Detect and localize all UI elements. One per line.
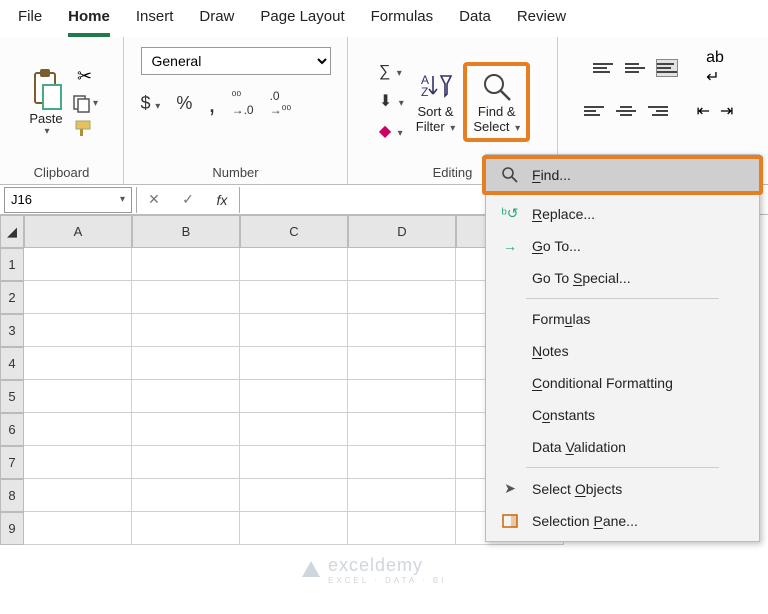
percent-button[interactable]: % — [176, 93, 192, 114]
align-left-button[interactable] — [583, 102, 605, 120]
sort-filter-button[interactable]: AZ Sort & Filter ▾ — [412, 68, 460, 136]
align-center-button[interactable] — [615, 102, 637, 120]
menu-select-objects[interactable]: ➤ Select Objects — [486, 472, 759, 505]
group-clipboard-label: Clipboard — [34, 162, 90, 184]
currency-button[interactable]: $ ▾ — [141, 93, 161, 114]
replace-icon: ᵇ↺ — [500, 205, 520, 222]
group-number-label: Number — [212, 162, 258, 184]
align-bottom-button[interactable] — [656, 59, 678, 77]
row-header[interactable]: 4 — [0, 347, 24, 380]
watermark: exceldemy EXCEL · DATA · BI — [300, 555, 446, 585]
row-header[interactable]: 2 — [0, 281, 24, 314]
paste-button[interactable]: Paste ▾ — [25, 65, 67, 139]
tab-formulas[interactable]: Formulas — [371, 4, 434, 37]
tab-insert[interactable]: Insert — [136, 4, 174, 37]
find-select-button[interactable]: Find & Select ▾ — [463, 62, 530, 142]
menu-notes[interactable]: Notes — [486, 335, 759, 367]
menu-formulas[interactable]: Formulas — [486, 303, 759, 335]
fx-button[interactable]: fx — [205, 192, 239, 208]
number-format-select[interactable]: General — [141, 47, 331, 75]
wrap-text-button[interactable]: ab↵ — [706, 49, 724, 87]
col-header[interactable]: C — [240, 215, 348, 248]
watermark-brand: exceldemy — [328, 555, 423, 575]
tab-review[interactable]: Review — [517, 4, 566, 37]
copy-icon[interactable]: ▾ — [71, 93, 98, 113]
cursor-icon: ➤ — [500, 480, 520, 497]
tab-home[interactable]: Home — [68, 4, 110, 37]
group-clipboard: Paste ▾ ✂ ▾ Clipboard — [0, 37, 124, 184]
col-header[interactable]: D — [348, 215, 456, 248]
col-header[interactable]: A — [24, 215, 132, 248]
name-box-value: J16 — [11, 192, 32, 207]
menu-constants[interactable]: Constants — [486, 399, 759, 431]
cancel-formula-button[interactable]: ✕ — [137, 191, 171, 208]
cut-icon[interactable]: ✂ — [71, 66, 98, 87]
align-middle-button[interactable] — [624, 59, 646, 77]
group-number: General $ ▾ % , ⁰⁰→.0 .0→⁰⁰ Number — [124, 37, 348, 184]
menu-selection-pane[interactable]: Selection Pane... — [486, 505, 759, 537]
magnifier-icon — [480, 70, 514, 104]
row-header[interactable]: 7 — [0, 446, 24, 479]
arrow-right-icon: → — [500, 238, 520, 254]
svg-text:Z: Z — [421, 85, 428, 99]
menu-find[interactable]: Find... — [486, 159, 759, 191]
decrease-decimal-button[interactable]: .0→⁰⁰ — [270, 89, 292, 117]
clipboard-icon — [29, 67, 63, 111]
comma-button[interactable]: , — [208, 98, 215, 108]
decrease-indent-button[interactable]: ⇤ — [697, 101, 710, 121]
ribbon-tabs: File Home Insert Draw Page Layout Formul… — [0, 0, 768, 37]
name-box[interactable]: J16 ▾ — [4, 187, 132, 213]
chevron-down-icon: ▾ — [44, 126, 49, 137]
enter-formula-button[interactable]: ✓ — [171, 191, 205, 208]
watermark-tag: EXCEL · DATA · BI — [328, 576, 446, 585]
row-header[interactable]: 1 — [0, 248, 24, 281]
increase-decimal-button[interactable]: ⁰⁰→.0 — [232, 89, 254, 117]
menu-conditional-formatting[interactable]: Conditional Formatting — [486, 367, 759, 399]
logo-icon — [300, 559, 322, 581]
find-select-menu: Find... ᵇ↺ Replace... → Go To... Go To S… — [485, 154, 760, 542]
align-right-button[interactable] — [647, 102, 669, 120]
align-top-button[interactable] — [592, 59, 614, 77]
fill-button[interactable]: ⬇ ▾ — [379, 91, 404, 111]
magnifier-icon — [500, 167, 520, 183]
clear-button[interactable]: ◆ ▾ — [379, 121, 404, 141]
menu-goto[interactable]: → Go To... — [486, 230, 759, 262]
paste-label: Paste — [29, 111, 62, 126]
col-header[interactable]: B — [132, 215, 240, 248]
menu-replace[interactable]: ᵇ↺ Replace... — [486, 197, 759, 230]
tab-file[interactable]: File — [18, 4, 42, 37]
row-header[interactable]: 3 — [0, 314, 24, 347]
group-editing-label: Editing — [433, 162, 473, 184]
row-header[interactable]: 5 — [0, 380, 24, 413]
autosum-button[interactable]: ∑ ▾ — [379, 63, 404, 81]
increase-indent-button[interactable]: ⇥ — [720, 101, 733, 121]
tab-page-layout[interactable]: Page Layout — [260, 4, 344, 37]
row-header[interactable]: 8 — [0, 479, 24, 512]
menu-goto-special[interactable]: Go To Special... — [486, 262, 759, 294]
format-painter-icon[interactable] — [71, 119, 98, 137]
chevron-down-icon: ▾ — [120, 194, 125, 205]
pane-icon — [500, 514, 520, 528]
row-header[interactable]: 9 — [0, 512, 24, 545]
tab-draw[interactable]: Draw — [199, 4, 234, 37]
row-header[interactable]: 6 — [0, 413, 24, 446]
select-all-corner[interactable]: ◢ — [0, 215, 24, 248]
menu-data-validation[interactable]: Data Validation — [486, 431, 759, 463]
sort-filter-icon: AZ — [419, 70, 453, 104]
tab-data[interactable]: Data — [459, 4, 491, 37]
